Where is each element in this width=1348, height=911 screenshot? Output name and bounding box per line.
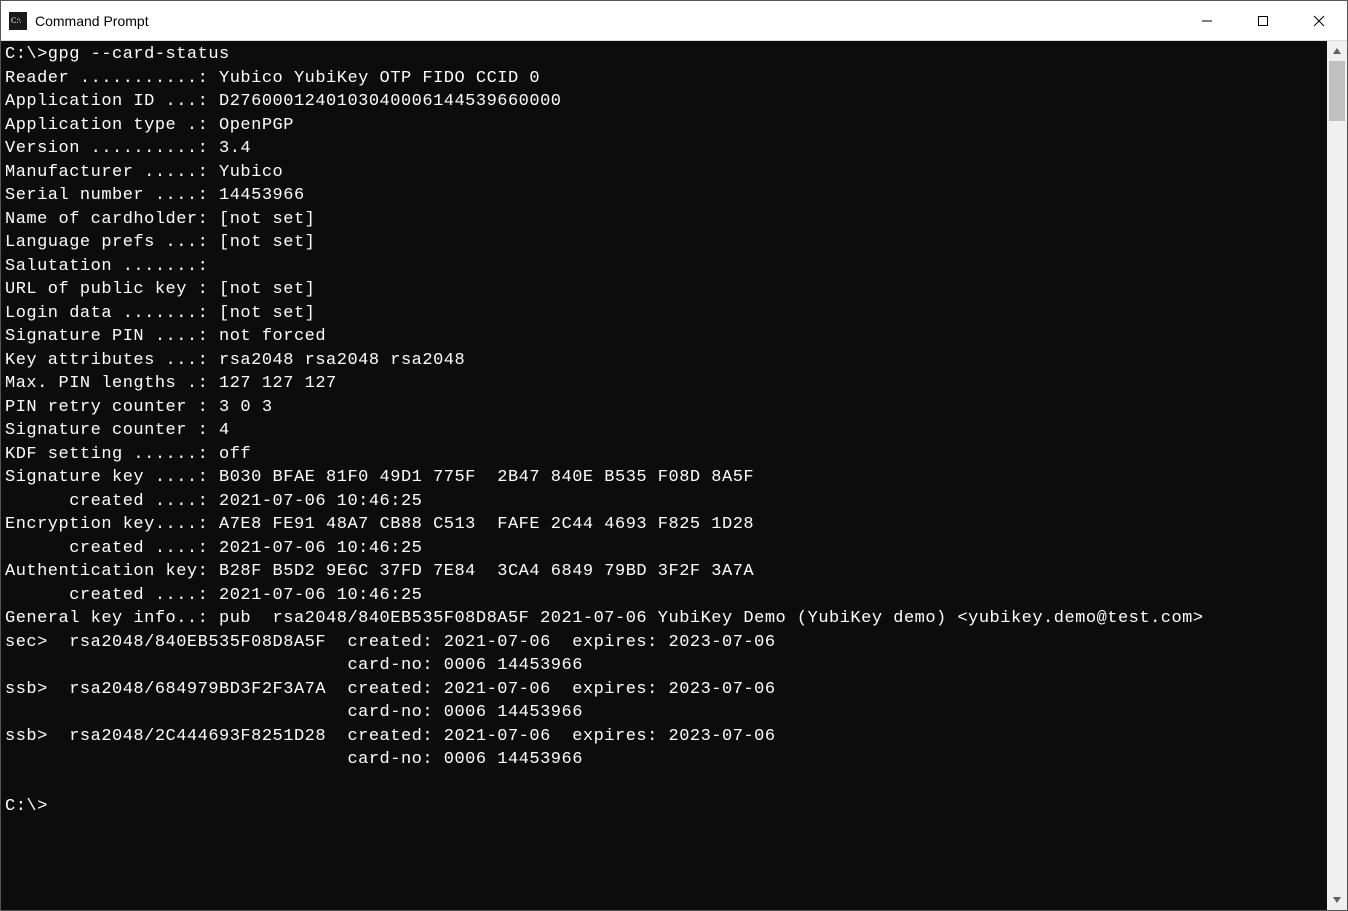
output-line: ssb> rsa2048/2C444693F8251D28 created: 2… (5, 727, 776, 746)
scroll-up-arrow-icon[interactable] (1327, 41, 1347, 61)
output-line: created ....: 2021-07-06 10:46:25 (5, 539, 422, 558)
window-controls (1179, 1, 1347, 40)
output-line: Signature counter : 4 (5, 421, 230, 440)
output-line: Login data .......: [not set] (5, 304, 315, 323)
scroll-track[interactable] (1327, 61, 1347, 890)
output-line: Manufacturer .....: Yubico (5, 163, 283, 182)
minimize-button[interactable] (1179, 1, 1235, 40)
terminal-output[interactable]: C:\>gpg --card-status Reader ...........… (1, 41, 1327, 910)
output-line: Signature key ....: B030 BFAE 81F0 49D1 … (5, 468, 754, 487)
output-line: URL of public key : [not set] (5, 280, 315, 299)
scroll-down-arrow-icon[interactable] (1327, 890, 1347, 910)
output-line: Application ID ...: D2760001240103040006… (5, 92, 562, 111)
maximize-button[interactable] (1235, 1, 1291, 40)
close-button[interactable] (1291, 1, 1347, 40)
output-line: PIN retry counter : 3 0 3 (5, 398, 273, 417)
vertical-scrollbar[interactable] (1327, 41, 1347, 910)
svg-text:C:\: C:\ (11, 16, 22, 25)
terminal-area: C:\>gpg --card-status Reader ...........… (1, 41, 1347, 910)
output-line: Language prefs ...: [not set] (5, 233, 315, 252)
output-line: card-no: 0006 14453966 (5, 750, 583, 769)
output-line: Salutation .......: (5, 257, 208, 276)
output-line: Signature PIN ....: not forced (5, 327, 326, 346)
window-title: Command Prompt (35, 13, 1179, 29)
output-line: card-no: 0006 14453966 (5, 656, 583, 675)
output-line: created ....: 2021-07-06 10:46:25 (5, 492, 422, 511)
output-line: Max. PIN lengths .: 127 127 127 (5, 374, 337, 393)
output-line: Encryption key....: A7E8 FE91 48A7 CB88 … (5, 515, 754, 534)
prompt-line: C:\>gpg --card-status (5, 45, 230, 64)
output-line: card-no: 0006 14453966 (5, 703, 583, 722)
output-line: Authentication key: B28F B5D2 9E6C 37FD … (5, 562, 754, 581)
scroll-thumb[interactable] (1329, 61, 1345, 121)
output-line: Application type .: OpenPGP (5, 116, 294, 135)
output-line: Key attributes ...: rsa2048 rsa2048 rsa2… (5, 351, 465, 370)
titlebar[interactable]: C:\ Command Prompt (1, 1, 1347, 41)
output-line: Reader ...........: Yubico YubiKey OTP F… (5, 69, 540, 88)
prompt-line: C:\> (5, 797, 48, 816)
output-line: Version ..........: 3.4 (5, 139, 251, 158)
output-line: sec> rsa2048/840EB535F08D8A5F created: 2… (5, 633, 776, 652)
output-line: Name of cardholder: [not set] (5, 210, 315, 229)
output-line: created ....: 2021-07-06 10:46:25 (5, 586, 422, 605)
command-prompt-window: C:\ Command Prompt C:\>gpg --card-status… (0, 0, 1348, 911)
output-line: ssb> rsa2048/684979BD3F2F3A7A created: 2… (5, 680, 776, 699)
output-line: Serial number ....: 14453966 (5, 186, 305, 205)
cmd-icon: C:\ (9, 12, 27, 30)
output-line: KDF setting ......: off (5, 445, 251, 464)
output-line: General key info..: pub rsa2048/840EB535… (5, 609, 1204, 628)
